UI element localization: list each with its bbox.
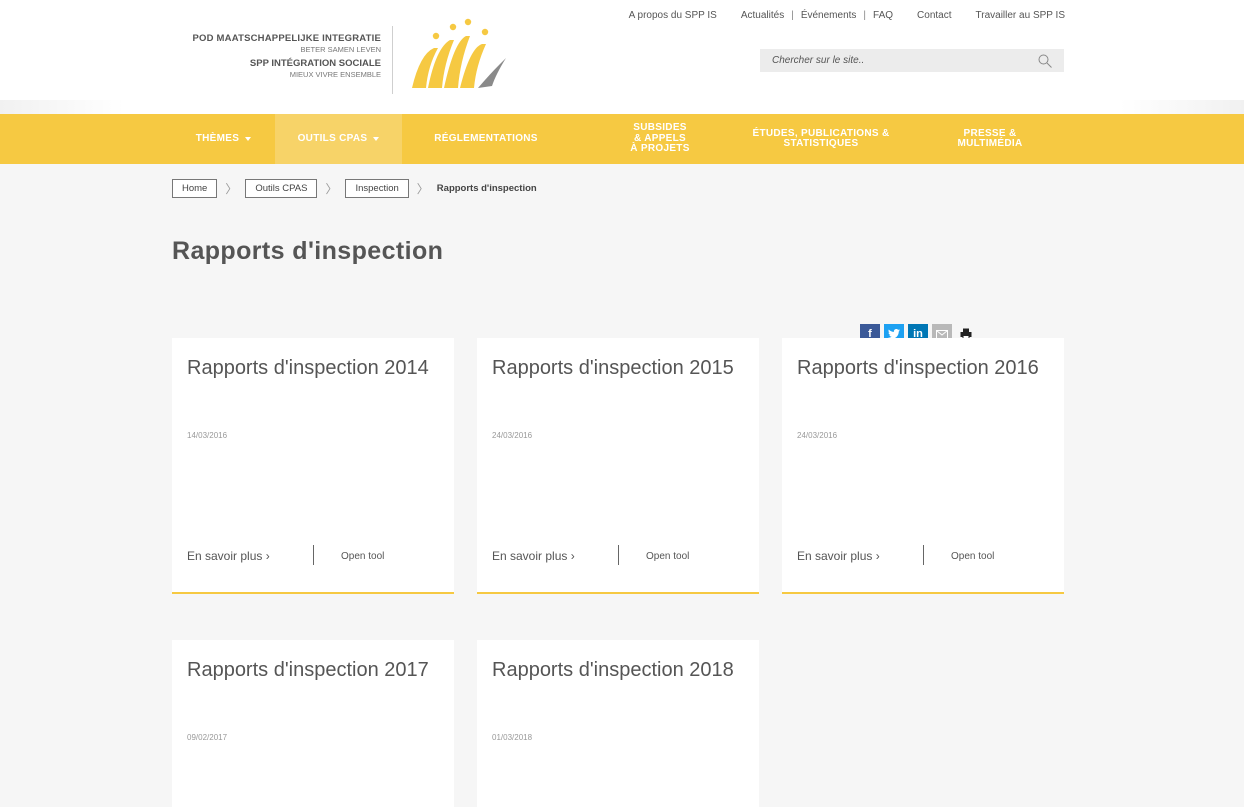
open-tool-link[interactable]: Open tool (951, 551, 994, 562)
open-tool-link[interactable]: Open tool (341, 551, 384, 562)
open-tool-link[interactable]: Open tool (646, 551, 689, 562)
read-more-link[interactable]: En savoir plus › (797, 549, 880, 563)
search-icon[interactable] (1038, 54, 1052, 68)
caret-down-icon (245, 137, 252, 141)
nav-item-label: PRESSE & MULTIMÉDIA (957, 127, 1023, 149)
brand-nl-name: POD MAATSCHAPPELIJKE INTEGRATIE (192, 33, 381, 44)
card-divider (313, 545, 314, 565)
card-rapport-2016[interactable]: Rapports d'inspection 2016 24/03/2016 En… (782, 338, 1064, 594)
nav-item-reglementations[interactable]: RÉGLEMENTATIONS (402, 114, 570, 164)
card-date: 09/02/2017 (187, 733, 228, 742)
brand-text[interactable]: POD MAATSCHAPPELIJKE INTEGRATIE BETER SA… (171, 34, 381, 78)
card-rapport-2018[interactable]: Rapports d'inspection 2018 01/03/2018 (477, 640, 759, 807)
link-faq[interactable]: FAQ (873, 10, 893, 21)
card-date: 14/03/2016 (187, 431, 228, 440)
site-header: POD MAATSCHAPPELIJKE INTEGRATIE BETER SA… (0, 0, 1244, 113)
breadcrumb-outils-cpas[interactable]: Outils CPAS (245, 179, 318, 198)
nav-item-presse[interactable]: PRESSE & MULTIMÉDIA (920, 114, 1060, 164)
card-date: 24/03/2016 (492, 431, 533, 440)
brand-fr-name: SPP INTÉGRATION SOCIALE (249, 58, 381, 69)
search-box (760, 49, 1064, 72)
caret-down-icon (373, 137, 380, 141)
link-news[interactable]: Actualités (741, 10, 784, 21)
spp-logo-icon[interactable] (406, 14, 512, 92)
card-title[interactable]: Rapports d'inspection 2015 (492, 356, 747, 380)
card-date: 01/03/2018 (492, 733, 533, 742)
breadcrumb: Home 〉 Outils CPAS 〉 Inspection 〉 Rappor… (172, 179, 537, 198)
read-more-link[interactable]: En savoir plus › (187, 549, 270, 563)
card-title[interactable]: Rapports d'inspection 2018 (492, 658, 747, 682)
nav-item-outils-cpas[interactable]: OUTILS CPAS (275, 114, 402, 164)
breadcrumb-home[interactable]: Home (172, 179, 218, 198)
breadcrumb-current: Rapports d'inspection (436, 183, 537, 194)
top-link-separator: | (791, 10, 794, 21)
brand-fr-tagline: MIEUX VIVRE ENSEMBLE (289, 69, 381, 79)
link-contact[interactable]: Contact (917, 10, 951, 21)
top-links: A propos du SPP IS Actualités | Événemen… (629, 10, 1065, 21)
read-more-link[interactable]: En savoir plus › (492, 549, 575, 563)
card-divider (618, 545, 619, 565)
card-title[interactable]: Rapports d'inspection 2017 (187, 658, 442, 682)
main-nav: THÈMES OUTILS CPAS RÉGLEMENTATIONS SUBSI… (0, 114, 1244, 164)
chevron-right-icon: 〉 (225, 182, 238, 196)
brand-nl-tagline: BETER SAMEN LEVEN (300, 44, 381, 54)
card-title[interactable]: Rapports d'inspection 2016 (797, 356, 1052, 380)
nav-item-label: THÈMES (195, 132, 240, 144)
link-events[interactable]: Événements (801, 10, 857, 21)
nav-item-themes[interactable]: THÈMES (172, 114, 275, 164)
nav-item-label: SUBSIDES & APPELS À PROJETS (630, 122, 690, 155)
card-divider (923, 545, 924, 565)
card-title[interactable]: Rapports d'inspection 2014 (187, 356, 442, 380)
nav-item-label: RÉGLEMENTATIONS (434, 132, 538, 144)
nav-item-etudes[interactable]: ÉTUDES, PUBLICATIONS & STATISTIQUES (738, 114, 904, 164)
brand-divider (392, 26, 393, 94)
card-rapport-2015[interactable]: Rapports d'inspection 2015 24/03/2016 En… (477, 338, 759, 594)
chevron-right-icon: 〉 (325, 182, 338, 196)
link-work[interactable]: Travailler au SPP IS (976, 10, 1065, 21)
card-date: 24/03/2016 (797, 431, 838, 440)
header-shadow (0, 100, 1244, 114)
page-title: Rapports d'inspection (172, 237, 444, 265)
link-about[interactable]: A propos du SPP IS (629, 10, 717, 21)
breadcrumb-inspection[interactable]: Inspection (345, 179, 409, 198)
card-rapport-2017[interactable]: Rapports d'inspection 2017 09/02/2017 (172, 640, 454, 807)
card-rapport-2014[interactable]: Rapports d'inspection 2014 14/03/2016 En… (172, 338, 454, 594)
nav-item-subsides[interactable]: SUBSIDES & APPELS À PROJETS (596, 114, 724, 164)
chevron-right-icon: 〉 (416, 182, 429, 196)
search-input[interactable] (760, 49, 1020, 72)
nav-item-label: ÉTUDES, PUBLICATIONS & STATISTIQUES (752, 127, 890, 149)
top-link-separator: | (863, 10, 867, 21)
nav-item-label: OUTILS CPAS (297, 132, 368, 144)
